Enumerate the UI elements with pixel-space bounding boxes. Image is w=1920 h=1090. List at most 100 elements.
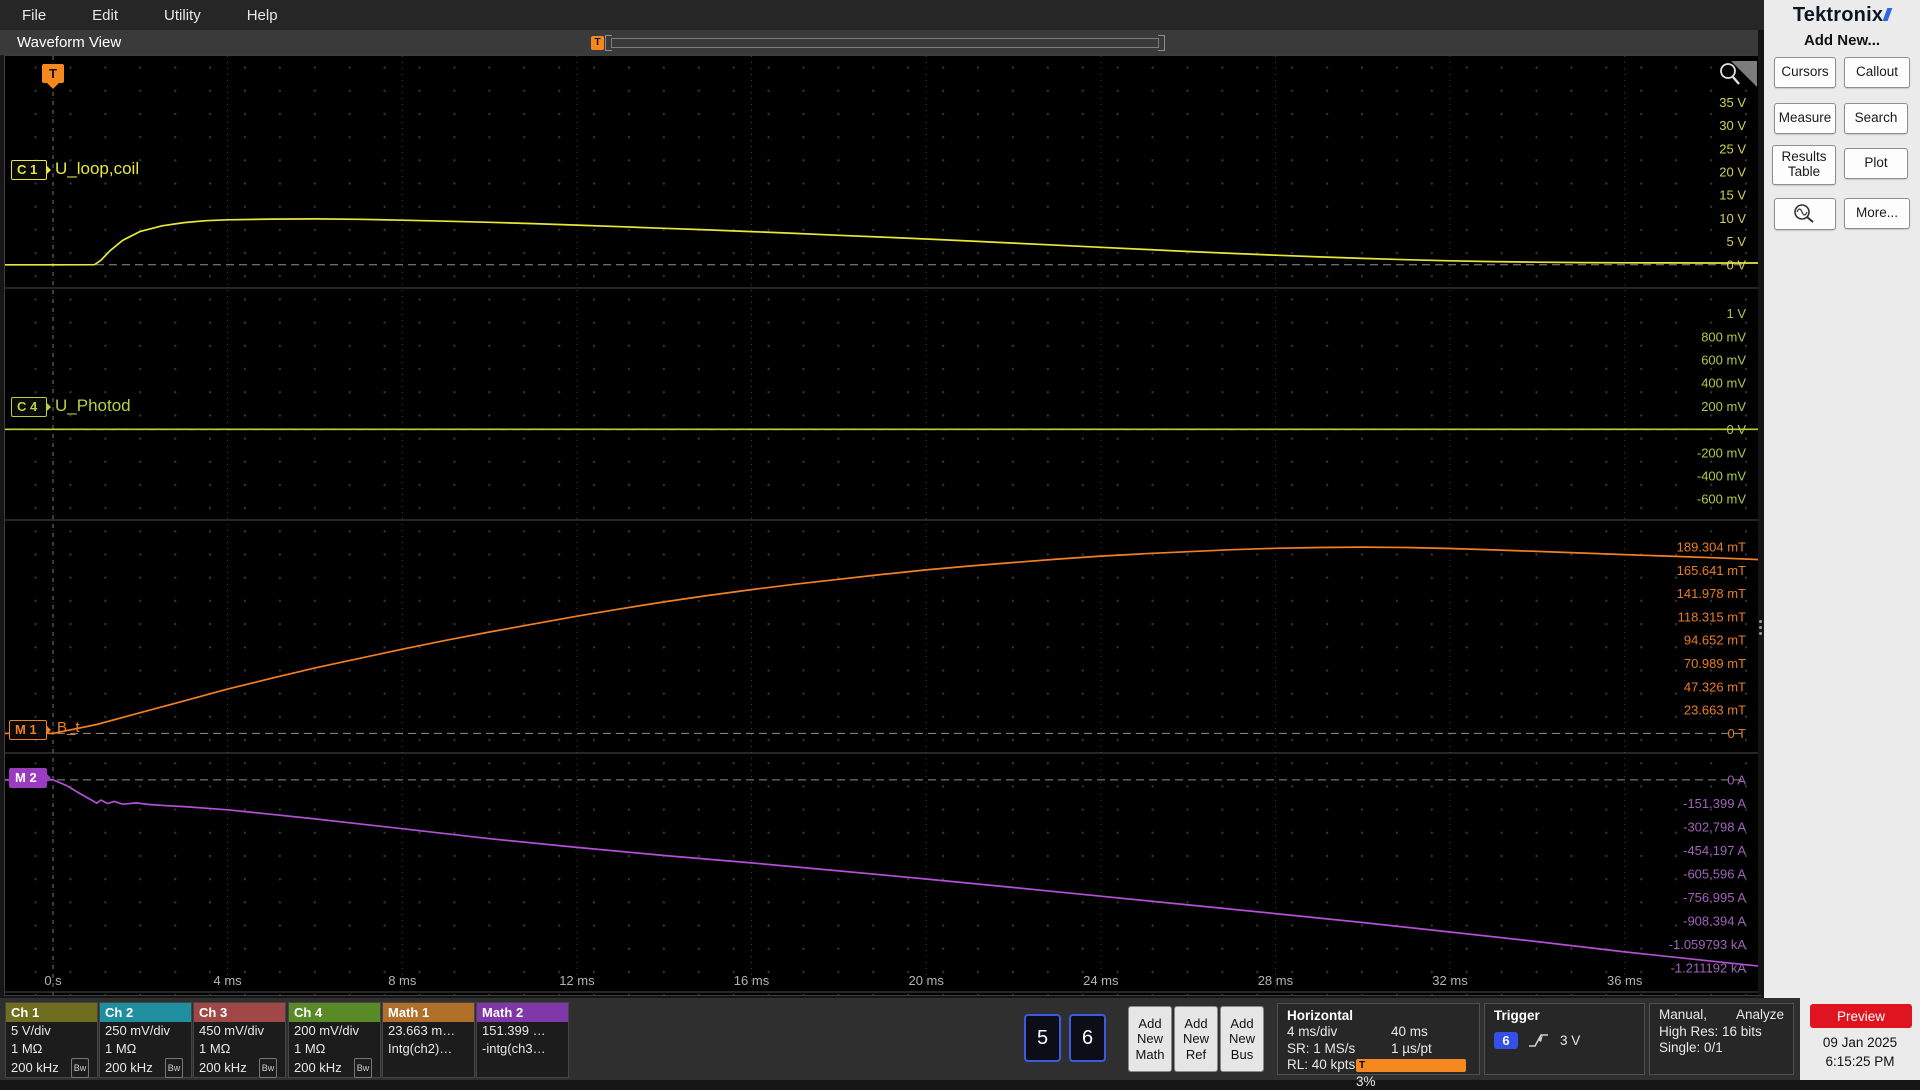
settings-bar: Ch 1 5 V/div 1 MΩ 200 kHz Bw Ch 2 250 mV/… xyxy=(0,998,1800,1089)
add-new-bus-button[interactable]: Add New Bus xyxy=(1220,1006,1264,1072)
y-tick-label: 118.315 mT xyxy=(1678,609,1746,624)
view-title: Waveform View xyxy=(17,34,122,51)
horizontal-duration: 40 ms xyxy=(1391,1024,1428,1039)
rising-edge-icon xyxy=(1529,1034,1548,1047)
channel-label-c1: U_loop,coil xyxy=(55,159,140,178)
channel-handle-m2[interactable]: M 2 xyxy=(9,768,51,788)
channel-badge-ch1[interactable]: Ch 1 5 V/div 1 MΩ 200 kHz Bw xyxy=(5,1002,98,1078)
trigger-source-badge: 6 xyxy=(1494,1032,1518,1049)
math-badge-title: Math 1 xyxy=(383,1003,474,1022)
plot-zoom-icon[interactable] xyxy=(1717,59,1757,93)
bandwidth-icon: Bw xyxy=(258,1058,278,1078)
x-tick-label: 8 ms xyxy=(388,973,417,988)
add-new-math-button[interactable]: Add New Math xyxy=(1128,1006,1172,1072)
bandwidth-icon: Bw xyxy=(70,1058,90,1078)
x-tick-label: 36 ms xyxy=(1607,973,1643,988)
channel-handle-c1[interactable]: C 1 xyxy=(11,160,52,180)
y-tick-label: 20 V xyxy=(1719,165,1746,180)
channel-badge-ch3[interactable]: Ch 3 450 mV/div 1 MΩ 200 kHz Bw xyxy=(193,1002,286,1078)
channel-impedance: 1 MΩ xyxy=(105,1041,137,1056)
channel-label-m1: B_t xyxy=(57,719,80,736)
cursors-button[interactable]: Cursors xyxy=(1774,57,1836,88)
record-length: RL: 40 kpts xyxy=(1287,1057,1356,1072)
math-badge-title: Math 2 xyxy=(477,1003,568,1022)
divider-grip-icon[interactable] xyxy=(1759,620,1762,623)
add-new-title: Add New... xyxy=(1803,32,1881,49)
acquisition-badge[interactable]: Manual, Analyze High Res: 16 bits Single:… xyxy=(1649,1003,1794,1075)
record-view-window[interactable] xyxy=(611,38,1159,48)
y-tick-label: 25 V xyxy=(1719,141,1746,156)
x-tick-label: 16 ms xyxy=(734,973,770,988)
y-tick-label: 0 A xyxy=(1727,772,1746,787)
y-tick-label: -600 mV xyxy=(1697,492,1746,507)
channel-handle-m1[interactable]: M 1 xyxy=(9,720,51,740)
y-tick-label: -400 mV xyxy=(1697,469,1746,484)
menu-utility[interactable]: Utility xyxy=(164,7,201,24)
menu-file[interactable]: File xyxy=(22,7,46,24)
channel5-button[interactable]: 5 xyxy=(1024,1014,1061,1062)
callout-button[interactable]: Callout xyxy=(1844,57,1910,88)
channel-badge-title: Ch 3 xyxy=(194,1003,285,1022)
date-display: 09 Jan 2025 xyxy=(1822,1035,1898,1050)
trigger-position-flag[interactable]: T xyxy=(42,64,64,89)
measure-button[interactable]: Measure xyxy=(1774,103,1836,134)
more-button[interactable]: More... xyxy=(1844,198,1910,229)
x-tick-label: 4 ms xyxy=(214,973,243,988)
math-expression: -intg(ch3… xyxy=(482,1041,546,1056)
trace-m1[interactable] xyxy=(5,546,1760,735)
channel-badge-title: Ch 2 xyxy=(100,1003,191,1022)
channel-bandwidth: 200 kHz Bw xyxy=(194,1058,285,1078)
math1-badge[interactable]: Math 1 23.663 m… Intg(ch2)… xyxy=(382,1002,475,1078)
y-tick-label: -454.197 A xyxy=(1683,843,1746,858)
y-tick-label: 15 V xyxy=(1719,188,1746,203)
trigger-badge[interactable]: Trigger 6 3 V xyxy=(1484,1003,1645,1075)
horizontal-title: Horizontal xyxy=(1287,1008,1353,1023)
math-scale: 151.399 … xyxy=(482,1023,546,1038)
channel-scale: 250 mV/div xyxy=(105,1023,171,1038)
plot-button[interactable]: Plot xyxy=(1844,148,1908,179)
channel-bandwidth: 200 kHz Bw xyxy=(100,1058,191,1078)
channel-handle-c4[interactable]: C 4 xyxy=(11,397,52,417)
channel-badge-ch2[interactable]: Ch 2 250 mV/div 1 MΩ 200 kHz Bw xyxy=(99,1002,192,1078)
x-tick-label: 20 ms xyxy=(908,973,944,988)
magnifier-waveform-icon xyxy=(1794,204,1814,223)
waveform-display[interactable]: 0 s4 ms 8 ms 12 ms 16 ms 20 ms 24 ms 28 ms 32 m… xyxy=(4,55,1761,996)
bandwidth-icon: Bw xyxy=(353,1058,373,1078)
zoom-tool-button[interactable] xyxy=(1774,198,1836,230)
y-tick-label: 30 V xyxy=(1719,118,1746,133)
preview-button[interactable]: Preview xyxy=(1810,1004,1912,1028)
menu-help[interactable]: Help xyxy=(247,7,278,24)
y-tick-label: -302.798 A xyxy=(1683,820,1746,835)
y-tick-label: 600 mV xyxy=(1701,353,1746,368)
channel-bandwidth: 200 kHz Bw xyxy=(289,1058,380,1078)
sidebar: Tektronix Add New... Cursors Callout Mea… xyxy=(1764,0,1920,1080)
channel6-button[interactable]: 6 xyxy=(1069,1014,1106,1062)
add-new-ref-button[interactable]: Add New Ref xyxy=(1174,1006,1218,1072)
sample-rate: SR: 1 MS/s xyxy=(1287,1040,1356,1056)
trace-c1[interactable] xyxy=(5,218,1760,266)
record-view-control[interactable]: T xyxy=(585,34,1165,52)
trace-m2[interactable] xyxy=(5,779,1760,968)
corner-panel: Preview 09 Jan 2025 6:15:25 PM xyxy=(1800,998,1920,1080)
x-tick-label: 12 ms xyxy=(559,973,595,988)
menu-edit[interactable]: Edit xyxy=(92,7,118,24)
y-tick-label: 94.652 mT xyxy=(1684,633,1746,648)
trigger-title: Trigger xyxy=(1494,1008,1540,1023)
search-button[interactable]: Search xyxy=(1844,103,1908,134)
horizontal-badge[interactable]: Horizontal 4 ms/div 40 ms SR: 1 MS/s 1 µs/… xyxy=(1277,1003,1480,1089)
math2-badge[interactable]: Math 2 151.399 … -intg(ch3… xyxy=(476,1002,569,1078)
x-tick-label: 28 ms xyxy=(1258,973,1294,988)
channel-impedance: 1 MΩ xyxy=(199,1041,231,1056)
time-display: 6:15:25 PM xyxy=(1825,1054,1895,1069)
y-tick-label: -151.399 A xyxy=(1683,796,1746,811)
results-table-button[interactable]: Results Table xyxy=(1772,145,1836,185)
channel-badge-ch4[interactable]: Ch 4 200 mV/div 1 MΩ 200 kHz Bw xyxy=(288,1002,381,1078)
sample-resolution: 1 µs/pt xyxy=(1391,1040,1432,1056)
channel-scale: 5 V/div xyxy=(11,1023,51,1038)
y-tick-label: 5 V xyxy=(1726,234,1746,249)
trigger-level: 3 V xyxy=(1560,1033,1581,1048)
channel-badge-title: Ch 4 xyxy=(289,1003,380,1022)
channel-impedance: 1 MΩ xyxy=(294,1041,326,1056)
record-view-right-bracket xyxy=(1158,35,1165,51)
y-tick-label: -756.995 A xyxy=(1683,890,1746,905)
